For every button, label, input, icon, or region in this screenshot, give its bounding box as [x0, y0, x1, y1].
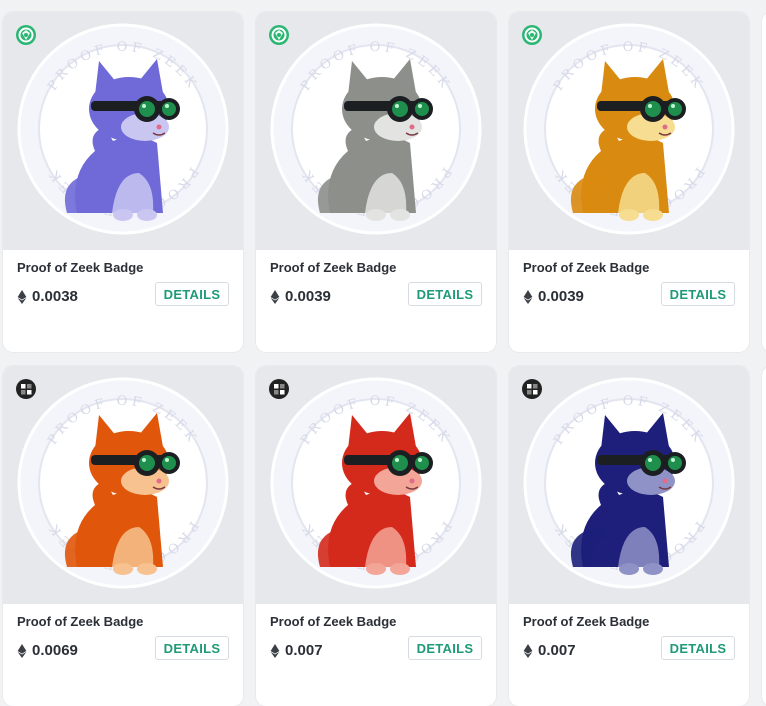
ethereum-icon: [270, 289, 280, 304]
ethereum-icon: [17, 643, 27, 658]
details-button[interactable]: DETAILS: [661, 636, 735, 660]
nft-grid: PROOF OF ZEEKPROOF OF ZEEK Proof of Zeek…: [3, 12, 766, 706]
zeek-badge-artwork: PROOF OF ZEEKPROOF OF ZEEK: [523, 23, 735, 235]
nft-price: 0.007: [523, 642, 576, 659]
nft-card-partial[interactable]: [762, 12, 766, 352]
ethereum-icon: [270, 643, 280, 658]
nft-card[interactable]: PROOF OF ZEEKPROOF OF ZEEK Proof of Zeek…: [3, 366, 243, 706]
zeek-badge-artwork: PROOF OF ZEEKPROOF OF ZEEK: [17, 23, 229, 235]
details-button[interactable]: DETAILS: [155, 282, 229, 306]
nft-image[interactable]: PROOF OF ZEEKPROOF OF ZEEK: [3, 12, 243, 250]
nft-card[interactable]: PROOF OF ZEEKPROOF OF ZEEK Proof of Zeek…: [3, 12, 243, 352]
ethereum-icon: [17, 289, 27, 304]
nft-title: Proof of Zeek Badge: [17, 260, 144, 275]
nft-price-value: 0.007: [538, 642, 576, 659]
nft-card[interactable]: PROOF OF ZEEKPROOF OF ZEEK Proof of Zeek…: [256, 12, 496, 352]
nft-price-value: 0.0039: [538, 288, 584, 305]
nft-card-partial[interactable]: [762, 366, 766, 706]
nft-title: Proof of Zeek Badge: [17, 614, 144, 629]
nft-image[interactable]: PROOF OF ZEEKPROOF OF ZEEK: [509, 366, 749, 604]
details-button[interactable]: DETAILS: [408, 636, 482, 660]
details-button[interactable]: DETAILS: [408, 282, 482, 306]
details-button[interactable]: DETAILS: [155, 636, 229, 660]
nft-price: 0.0039: [523, 288, 584, 305]
zeek-badge-artwork: PROOF OF ZEEKPROOF OF ZEEK: [523, 377, 735, 589]
nft-price: 0.0069: [17, 642, 78, 659]
nft-price: 0.007: [270, 642, 323, 659]
nft-card[interactable]: PROOF OF ZEEKPROOF OF ZEEK Proof of Zeek…: [256, 366, 496, 706]
nft-price-value: 0.0038: [32, 288, 78, 305]
nft-card[interactable]: PROOF OF ZEEKPROOF OF ZEEK Proof of Zeek…: [509, 366, 749, 706]
nft-price-value: 0.0039: [285, 288, 331, 305]
nft-title: Proof of Zeek Badge: [523, 614, 650, 629]
nft-image[interactable]: PROOF OF ZEEKPROOF OF ZEEK: [3, 366, 243, 604]
zeek-badge-artwork: PROOF OF ZEEKPROOF OF ZEEK: [270, 377, 482, 589]
nft-title: Proof of Zeek Badge: [523, 260, 650, 275]
nft-price: 0.0038: [17, 288, 78, 305]
nft-image[interactable]: PROOF OF ZEEKPROOF OF ZEEK: [256, 12, 496, 250]
nft-price-value: 0.007: [285, 642, 323, 659]
nft-card[interactable]: PROOF OF ZEEKPROOF OF ZEEK Proof of Zeek…: [509, 12, 749, 352]
nft-price-value: 0.0069: [32, 642, 78, 659]
details-button[interactable]: DETAILS: [661, 282, 735, 306]
nft-title: Proof of Zeek Badge: [270, 614, 397, 629]
nft-image[interactable]: PROOF OF ZEEKPROOF OF ZEEK: [509, 12, 749, 250]
zeek-badge-artwork: PROOF OF ZEEKPROOF OF ZEEK: [270, 23, 482, 235]
ethereum-icon: [523, 289, 533, 304]
nft-image[interactable]: PROOF OF ZEEKPROOF OF ZEEK: [256, 366, 496, 604]
zeek-badge-artwork: PROOF OF ZEEKPROOF OF ZEEK: [17, 377, 229, 589]
nft-title: Proof of Zeek Badge: [270, 260, 397, 275]
nft-price: 0.0039: [270, 288, 331, 305]
ethereum-icon: [523, 643, 533, 658]
